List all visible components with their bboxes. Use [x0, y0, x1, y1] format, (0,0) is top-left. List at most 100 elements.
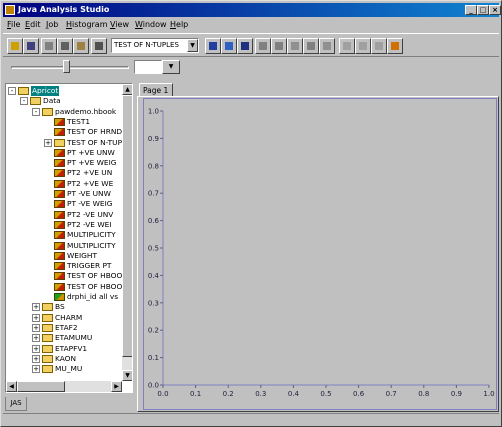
job-step-button[interactable]: [255, 38, 271, 54]
menu-edit[interactable]: Edit: [25, 19, 41, 30]
tree-item-label: KAON: [55, 353, 76, 363]
tree-item[interactable]: PT +VE WEIG: [6, 158, 122, 168]
scroll-thumb[interactable]: [122, 95, 132, 357]
folder-icon: [42, 344, 53, 353]
cut-button[interactable]: [41, 38, 57, 54]
tree-horizontal-scrollbar[interactable]: ◀ ▶: [6, 381, 122, 392]
tree-item-label: pawdemo.hbook: [55, 106, 117, 116]
scroll-down-icon[interactable]: ▼: [122, 370, 132, 381]
collapse-icon[interactable]: -: [32, 107, 40, 116]
tree-item[interactable]: PT2 +VE UN: [6, 168, 122, 178]
tree-item[interactable]: TEST OF HBOO: [6, 271, 122, 281]
home-button[interactable]: [387, 38, 403, 54]
tree-panel: - Apricot - Data - pawdemo.hbook TEST1 TEST OF …: [5, 83, 133, 393]
chevron-down-icon[interactable]: ▼: [187, 39, 198, 52]
app-icon[interactable]: [5, 5, 15, 15]
close-button[interactable]: ×: [489, 5, 501, 15]
tree-item[interactable]: - Apricot: [6, 86, 122, 97]
collapse-icon[interactable]: -: [8, 87, 16, 95]
plot-area[interactable]: 0.0 0.1 0.2 0.3 0.4 0.5 0.6 0.7 0.8 0.9 1.0 0.0 0.1 0…: [143, 98, 497, 410]
expand-icon[interactable]: +: [44, 138, 52, 147]
job-go-button[interactable]: [287, 38, 303, 54]
menu-view[interactable]: View: [110, 19, 129, 30]
histogram-view-button[interactable]: [205, 38, 221, 54]
slider-thumb[interactable]: [63, 60, 71, 73]
dataset-combo[interactable]: TEST OF N-TUPLES ▼: [111, 38, 199, 53]
expand-icon[interactable]: +: [32, 354, 40, 363]
tree-item[interactable]: + ETAMUMU: [6, 333, 122, 343]
histogram-1d-icon: [54, 241, 65, 250]
tree-item[interactable]: + KAON: [6, 354, 122, 364]
job-rewind-button[interactable]: [271, 38, 287, 54]
status-tab-jas[interactable]: JAS: [5, 397, 27, 411]
tree-item[interactable]: PT2 -VE UNV: [6, 210, 122, 220]
job-refresh-button[interactable]: [319, 38, 335, 54]
tree-item[interactable]: TEST OF HRND: [6, 127, 122, 137]
tree-item[interactable]: drphi_id all vs: [6, 292, 122, 302]
job-refresh-icon: [323, 42, 331, 50]
histogram-1d-icon: [54, 117, 65, 126]
scroll-thumb[interactable]: [17, 381, 65, 392]
tree-item[interactable]: PT2 -VE WEI: [6, 220, 122, 230]
menu-help[interactable]: Help: [170, 19, 188, 30]
tree-item[interactable]: + MU_MU: [6, 364, 122, 374]
expand-icon[interactable]: +: [32, 334, 40, 343]
print-button[interactable]: [91, 38, 107, 54]
collapse-icon[interactable]: -: [20, 97, 28, 106]
tree-item[interactable]: + ETAPFV1: [6, 344, 122, 354]
tree-item[interactable]: PT +VE UNW: [6, 148, 122, 158]
page-button[interactable]: [371, 38, 387, 54]
expand-icon[interactable]: +: [32, 323, 40, 332]
menu-histogram[interactable]: Histogram: [66, 19, 108, 30]
tree-item[interactable]: TEST1: [6, 117, 122, 127]
job-stop-button[interactable]: [303, 38, 319, 54]
menu-file[interactable]: File: [7, 19, 20, 30]
folder-icon: [42, 303, 53, 312]
forward-button[interactable]: [355, 38, 371, 54]
expand-icon[interactable]: +: [32, 303, 40, 312]
copy-button[interactable]: [57, 38, 73, 54]
tree-item[interactable]: MULTIPLICITY: [6, 241, 122, 251]
tree-item[interactable]: - Data: [6, 96, 122, 106]
tree-vertical-scrollbar[interactable]: ▲ ▼: [122, 84, 132, 381]
chevron-down-icon[interactable]: ▼: [162, 60, 180, 74]
open-button[interactable]: [7, 38, 23, 54]
scroll-left-icon[interactable]: ◀: [6, 381, 17, 392]
fit-button[interactable]: [237, 38, 253, 54]
tree-item[interactable]: TRIGGER PT: [6, 261, 122, 271]
tree-item-label: drphi_id all vs: [67, 292, 119, 301]
tree-item-label: ETAMUMU: [55, 333, 93, 343]
slider-value-field[interactable]: [134, 60, 162, 74]
expand-icon[interactable]: +: [32, 365, 40, 374]
scroll-up-icon[interactable]: ▲: [122, 84, 132, 95]
tab-page-1[interactable]: Page 1: [139, 83, 173, 97]
paste-button[interactable]: [73, 38, 89, 54]
tree-item[interactable]: PT -VE UNW: [6, 189, 122, 199]
title-bar[interactable]: Java Analysis Studio _ □ ×: [3, 3, 501, 17]
tree-item[interactable]: TEST OF HBOO: [6, 282, 122, 292]
tree-item[interactable]: + BS: [6, 302, 122, 312]
save-button[interactable]: [23, 38, 39, 54]
scroll-right-icon[interactable]: ▶: [111, 381, 122, 392]
histogram-1d-icon: [54, 262, 65, 271]
expand-icon[interactable]: +: [32, 313, 40, 322]
maximize-button[interactable]: □: [477, 5, 489, 15]
tree-item[interactable]: - pawdemo.hbook: [6, 107, 122, 117]
tree-item[interactable]: WEIGHT: [6, 251, 122, 261]
tree-item[interactable]: + CHARM: [6, 313, 122, 323]
tree-item[interactable]: MULTIPLICITY: [6, 230, 122, 240]
zoom-button[interactable]: [221, 38, 237, 54]
x-tick-label: 0.4: [288, 390, 300, 398]
menu-job[interactable]: Job: [46, 19, 58, 30]
expand-icon[interactable]: +: [32, 344, 40, 353]
back-button[interactable]: [339, 38, 355, 54]
tree-item[interactable]: PT -VE WEIG: [6, 199, 122, 209]
menu-window[interactable]: Window: [135, 19, 167, 30]
tree-item[interactable]: PT2 +VE WE: [6, 179, 122, 189]
tree-item[interactable]: + ETAF2: [6, 323, 122, 333]
histogram-1d-icon: [54, 190, 65, 198]
tree-item[interactable]: + TEST OF N-TUP: [6, 138, 122, 148]
job-stop-icon: [307, 42, 315, 50]
minimize-button[interactable]: _: [465, 5, 477, 15]
forward-icon: [359, 42, 367, 50]
